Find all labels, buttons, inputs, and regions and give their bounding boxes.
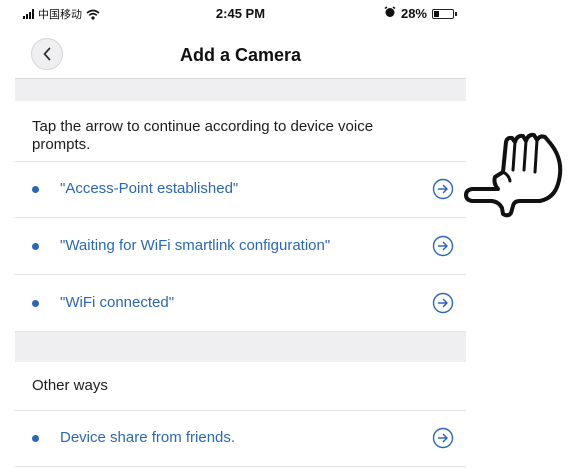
section-separator (15, 332, 466, 362)
bullet-dot (32, 243, 39, 250)
alarm-icon (384, 6, 396, 21)
arrow-right-circle-icon[interactable] (432, 178, 454, 200)
navigation-bar: Add a Camera (15, 26, 466, 79)
battery-percent: 28% (400, 6, 427, 21)
phone-screen: 中国移动 2:45 PM 28% Add a Camera Tap the ar… (15, 0, 466, 468)
prompt-label: "Access-Point established" (60, 180, 239, 197)
section-separator (15, 79, 466, 101)
prompt-row-access-point[interactable]: "Access-Point established" (15, 161, 466, 218)
status-right: 28% (384, 6, 457, 21)
page-title: Add a Camera (179, 45, 302, 65)
arrow-right-circle-icon[interactable] (432, 292, 454, 314)
other-ways-heading: Other ways (32, 377, 108, 394)
arrow-right-circle-icon[interactable] (432, 427, 454, 449)
bullet-dot (32, 186, 39, 193)
status-bar: 中国移动 2:45 PM 28% (15, 0, 466, 26)
other-ways-header: Other ways (15, 362, 466, 411)
bullet-dot (32, 300, 39, 307)
bullet-dot (32, 435, 39, 442)
pointing-hand-icon (464, 132, 563, 218)
prompt-label: "WiFi connected" (60, 294, 175, 311)
prompt-row-waiting-wifi[interactable]: "Waiting for WiFi smartlink configuratio… (15, 218, 466, 275)
prompt-label: "Waiting for WiFi smartlink configuratio… (60, 237, 331, 254)
device-share-row[interactable]: Device share from friends. (15, 410, 466, 467)
arrow-right-circle-icon[interactable] (432, 235, 454, 257)
instructions: Tap the arrow to continue according to d… (15, 101, 466, 162)
prompt-row-wifi-connected[interactable]: "WiFi connected" (15, 275, 466, 332)
battery-icon (432, 8, 457, 19)
device-share-label: Device share from friends. (60, 429, 236, 446)
instructions-text: Tap the arrow to continue according to d… (32, 118, 374, 153)
